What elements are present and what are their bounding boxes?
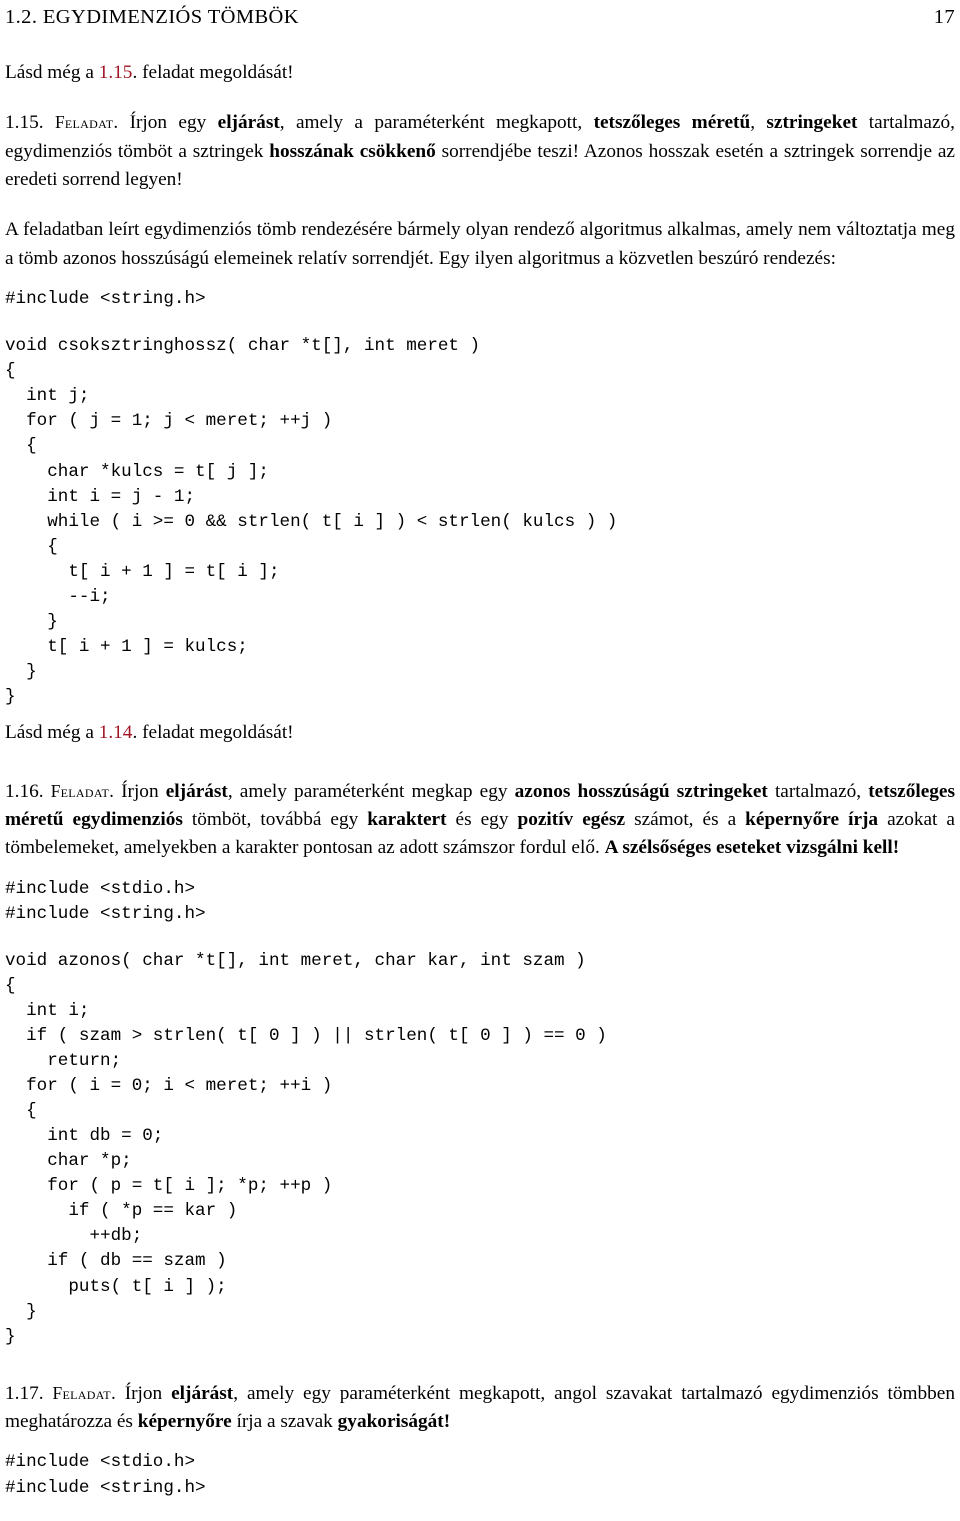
exercise-1-16: 1.16. Feladat. Írjon eljárást, amely par…	[5, 778, 955, 863]
exercise-emphasis-4: hosszának csökkenő	[269, 140, 436, 162]
document-page: 1.2. EGYDIMENZIÓS TÖMBÖK 17 Lásd még a 1…	[0, 0, 960, 1521]
exercise-emphasis-3: sztringeket	[766, 112, 858, 134]
exercise-emphasis-2: azonos hosszúságú sztringeket	[514, 780, 768, 802]
algorithm-paragraph: A feladatban leírt egydimenziós tömb ren…	[5, 219, 955, 269]
see-also-suffix: . feladat megoldását!	[132, 62, 294, 83]
exercise-text-2: , amely paraméterként megkap egy	[227, 780, 515, 802]
exercise-emphasis-3: gyakoriságát!	[337, 1411, 451, 1433]
exercise-emphasis-1: eljárást	[165, 780, 228, 802]
code-block-3-includes: #include <stdio.h> #include <string.h>	[5, 1452, 206, 1498]
cross-reference-link-1-15[interactable]: 1.15	[99, 62, 133, 83]
running-head: 1.2. EGYDIMENZIÓS TÖMBÖK 17	[5, 6, 955, 29]
exercise-text-1: Írjon egy	[118, 112, 218, 134]
exercise-emphasis-2: képernyőre	[137, 1411, 232, 1433]
exercise-label: Feladat	[50, 780, 110, 801]
exercise-text-3: írja a szavak	[231, 1411, 338, 1433]
exercise-label: Feladat	[52, 1382, 111, 1403]
see-also-reference-1: Lásd még a 1.15. feladat megoldását!	[5, 59, 955, 87]
exercise-number: 1.17.	[5, 1382, 44, 1404]
running-head-section-title: 1.2. EGYDIMENZIÓS TÖMBÖK	[5, 6, 299, 28]
exercise-emphasis-1: eljárást	[171, 1382, 234, 1404]
page-content: 1.2. EGYDIMENZIÓS TÖMBÖK 17 Lásd még a 1…	[5, 0, 955, 1501]
code-block-1-body: void csoksztringhossz( char *t[], int me…	[5, 336, 618, 708]
exercise-1-15: 1.15. Feladat. Írjon egy eljárást, amely…	[5, 109, 955, 194]
exercise-text-3: ,	[750, 112, 767, 134]
see-also-prefix: Lásd még a	[5, 722, 99, 744]
cross-reference-link-1-14[interactable]: 1.14	[99, 722, 133, 743]
exercise-text-2: , amely a paraméterként megkapott,	[279, 112, 594, 134]
see-also-reference-2: Lásd még a 1.14. feladat megoldását!	[5, 719, 955, 747]
exercise-emphasis-5: pozitív egész	[517, 808, 626, 830]
page-number: 17	[933, 6, 955, 28]
code-block-2-includes: #include <stdio.h> #include <string.h>	[5, 878, 206, 924]
exercise-text-4: tömböt, továbbá egy	[182, 808, 368, 830]
exercise-number: 1.15.	[5, 112, 44, 134]
see-also-suffix: . feladat megoldását!	[132, 722, 294, 744]
exercise-emphasis-2: tetszőleges méretű	[593, 112, 751, 134]
exercise-text-1: Írjon	[113, 780, 166, 802]
code-block-1-include: #include <string.h>	[5, 289, 206, 310]
exercise-text-1: Írjon	[115, 1382, 172, 1404]
see-also-prefix: Lásd még a	[5, 62, 99, 83]
exercise-emphasis-1: eljárást	[217, 112, 280, 134]
exercise-number: 1.16.	[5, 780, 44, 802]
exercise-1-17: 1.17. Feladat. Írjon eljárást, amely egy…	[5, 1380, 955, 1437]
exercise-text-5: és egy	[446, 808, 518, 830]
exercise-label: Feladat	[54, 112, 114, 133]
exercise-text-3: tartalmazó,	[767, 780, 869, 802]
exercise-emphasis-6: képernyőre írja	[745, 808, 879, 830]
code-block-2-body: void azonos( char *t[], int meret, char …	[5, 950, 607, 1347]
exercise-emphasis-7: A szélsőséges eseteket vizsgálni kell!	[604, 837, 900, 859]
exercise-text-6: számot, és a	[625, 808, 746, 830]
exercise-emphasis-4: karaktert	[367, 808, 447, 830]
